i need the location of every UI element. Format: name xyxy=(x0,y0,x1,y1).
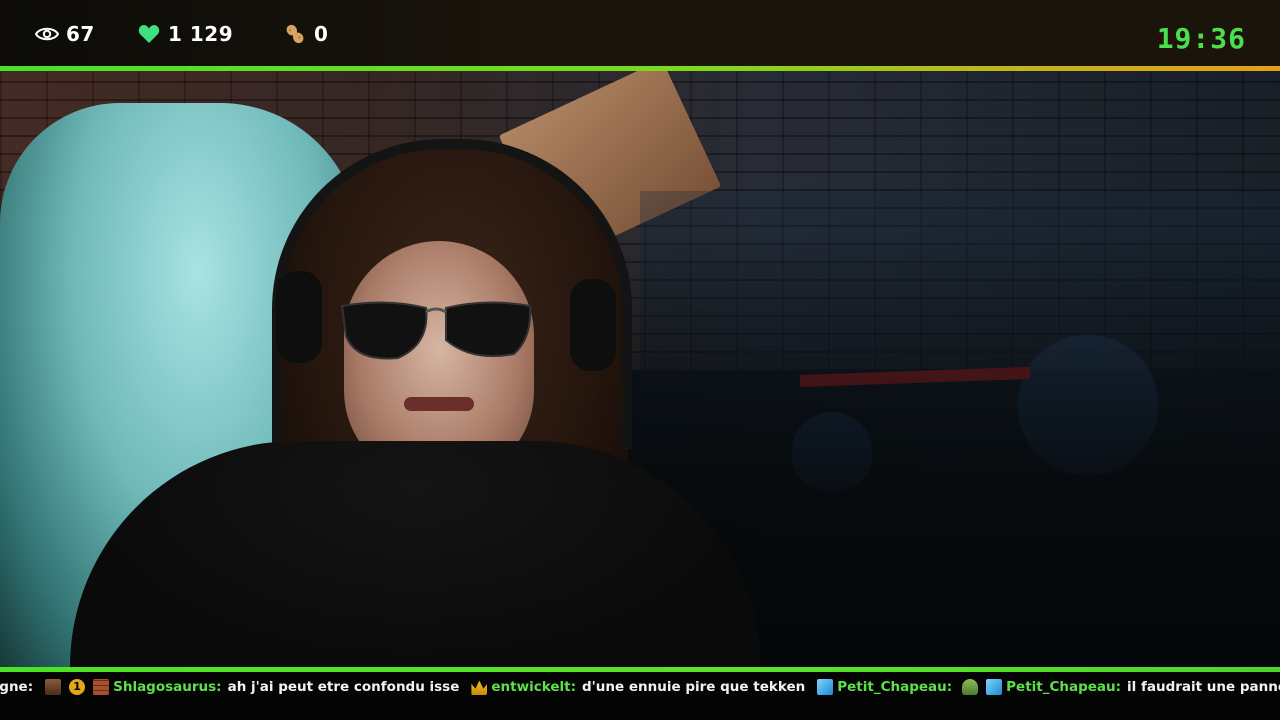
chat-username[interactable]: Petit_Chapeau: xyxy=(1006,679,1121,695)
brick-icon xyxy=(93,679,110,695)
peanut-count: 0 xyxy=(282,22,328,46)
like-count-value: 1 129 xyxy=(168,22,234,46)
webcam-video xyxy=(0,71,1280,667)
chat-ticker: ogne: 1 Shlagosaurus: ah j'ai peut etre … xyxy=(0,679,1280,695)
crown-icon xyxy=(471,680,488,695)
cube-icon xyxy=(986,679,1003,695)
cube-icon xyxy=(817,679,834,695)
chat-message: ah j'ai peut etre confondu isse xyxy=(227,679,460,695)
headphone-earcup-right xyxy=(570,279,616,371)
headphone-earcup-left xyxy=(276,271,322,363)
viewer-count: 67 xyxy=(34,22,95,46)
peanut-count-value: 0 xyxy=(314,22,329,46)
rank-1-icon: 1 xyxy=(69,679,86,695)
chat-username[interactable]: Shlagosaurus: xyxy=(113,679,221,695)
peanut-icon xyxy=(282,22,308,46)
streamer-mouth xyxy=(404,397,474,411)
sunglasses xyxy=(340,301,532,360)
chat-ticker-bar: ogne: 1 Shlagosaurus: ah j'ai peut etre … xyxy=(0,672,1280,720)
chat-username[interactable]: entwickelt: xyxy=(491,679,576,695)
stream-clock: 19:36 xyxy=(1156,22,1246,55)
man-face-icon xyxy=(45,679,62,695)
chat-message: d'une ennuie pire que tekken xyxy=(581,679,806,695)
chat-message: ogne: xyxy=(0,679,34,695)
eye-icon xyxy=(34,22,60,46)
chat-username[interactable]: Petit_Chapeau: xyxy=(837,679,952,695)
turtle-icon xyxy=(962,679,979,695)
heart-icon xyxy=(136,22,162,46)
like-count: 1 129 xyxy=(136,22,233,46)
chat-message: il faudrait une panne des serveurs disco… xyxy=(1127,679,1280,695)
stream-header: 67 1 129 0 19:36 xyxy=(0,0,1280,66)
viewer-count-value: 67 xyxy=(66,22,95,46)
